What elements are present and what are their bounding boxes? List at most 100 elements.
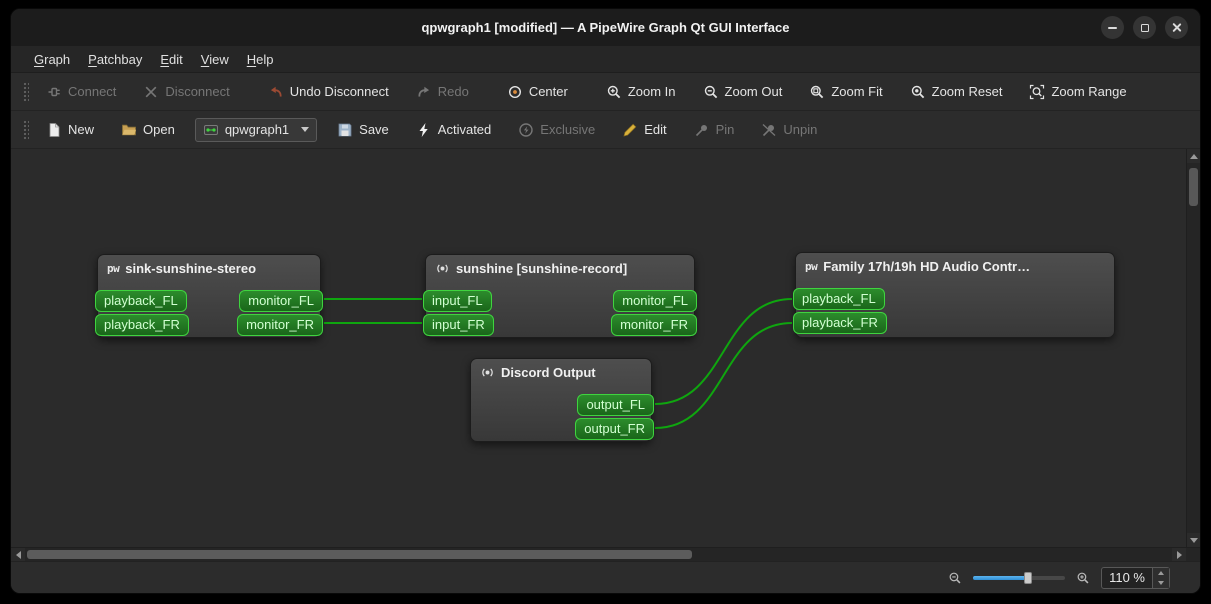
node-sink-sunshine-stereo[interactable]: pw sink-sunshine-stereo playback_FL play… [95,254,323,338]
zoom-range-button[interactable]: Zoom Range [1022,79,1133,105]
center-button[interactable]: Center [500,79,575,105]
unpin-icon [762,123,776,136]
audio-output-port[interactable]: output_FR [575,418,654,440]
node-header: pw Family 17h/19h HD Audio Contr… [796,253,1114,274]
horizontal-scrollbar[interactable] [11,547,1200,562]
zoom-decrement-button[interactable] [1153,577,1169,588]
audio-output-port[interactable]: output_FL [577,394,654,416]
node-title: Family 17h/19h HD Audio Contr… [823,259,1031,274]
menu-graph[interactable]: Graph [25,48,79,71]
zoom-out-icon [704,85,717,98]
horizontal-scrollbar-track[interactable] [25,548,1172,561]
scroll-down-button[interactable] [1187,533,1200,547]
open-folder-icon [122,124,137,135]
node-header: pw sink-sunshine-stereo [98,255,320,276]
zoom-fit-button[interactable]: Zoom Fit [802,79,889,105]
vertical-scrollbar-thumb[interactable] [1189,168,1198,206]
zoom-spin-buttons [1152,567,1169,588]
zoom-slider-handle[interactable] [1023,571,1032,584]
unpin-button[interactable]: Unpin [754,117,824,143]
audio-input-port[interactable]: input_FR [423,314,494,336]
exclusive-toggle[interactable]: Exclusive [511,117,602,143]
disconnect-icon [146,86,157,97]
edit-patchbay-toggle[interactable]: Edit [615,117,673,143]
menu-view[interactable]: View [192,48,238,71]
zoom-increment-button[interactable] [1153,567,1169,578]
pin-button[interactable]: Pin [687,117,742,143]
slider-zoom-out-icon[interactable] [948,571,962,585]
node-discord-output[interactable]: Discord Output output_FL output_FR [470,358,654,442]
close-icon [1171,22,1182,33]
pipewire-icon: pw [107,262,120,275]
vertical-scrollbar[interactable] [1186,149,1200,547]
zoom-in-button[interactable]: Zoom In [599,79,683,105]
audio-input-port[interactable]: input_FL [423,290,492,312]
titlebar[interactable]: qpwgraph1 [modified] — A PipeWire Graph … [11,9,1200,46]
statusbar: 110 % [11,561,1200,593]
close-button[interactable] [1165,16,1188,39]
audio-input-port[interactable]: playback_FL [793,288,885,310]
menu-help[interactable]: Help [238,48,283,71]
scroll-right-button[interactable] [1172,548,1186,562]
connect-icon [48,87,60,96]
maximize-button[interactable] [1133,16,1156,39]
redo-button[interactable]: Redo [409,79,476,105]
zoom-slider-fill [973,575,1026,580]
canvas-row: pw sink-sunshine-stereo playback_FL play… [11,149,1200,547]
audio-connection[interactable] [654,322,793,429]
minimize-button[interactable] [1101,16,1124,39]
zoom-fit-icon [811,85,824,98]
disconnect-button[interactable]: Disconnect [136,79,236,105]
save-patchbay-button[interactable]: Save [330,117,396,143]
zoom-reset-icon [911,85,924,98]
connect-button[interactable]: Connect [39,79,123,105]
window-controls [1101,9,1188,46]
activated-toggle[interactable]: Activated [409,117,498,143]
menu-patchbay[interactable]: Patchbay [79,48,151,71]
vertical-scrollbar-track[interactable] [1187,163,1200,533]
horizontal-scrollbar-thumb[interactable] [27,550,693,559]
audio-output-port[interactable]: monitor_FR [237,314,323,336]
audio-input-port[interactable]: playback_FR [793,312,887,334]
node-sunshine[interactable]: sunshine [sunshine-record] input_FL inpu… [423,254,697,338]
scroll-left-icon [15,551,21,559]
activated-bolt-icon [419,122,428,137]
node-family-hd-audio[interactable]: pw Family 17h/19h HD Audio Contr… playba… [793,252,1115,338]
undo-disconnect-button[interactable]: Undo Disconnect [261,79,396,105]
graph-canvas[interactable]: pw sink-sunshine-stereo playback_FL play… [11,149,1186,547]
audio-app-icon [437,264,448,273]
redo-icon [418,86,429,97]
toolbar-handle[interactable] [23,119,29,140]
scroll-up-button[interactable] [1187,149,1200,163]
audio-output-port[interactable]: monitor_FL [613,290,697,312]
node-header: sunshine [sunshine-record] [426,255,694,276]
audio-input-port[interactable]: playback_FL [95,290,187,312]
save-icon [338,123,352,136]
new-patchbay-button[interactable]: New [39,117,101,143]
chevron-down-icon [301,127,310,132]
zoom-spinbox[interactable]: 110 % [1101,566,1170,589]
node-title: Discord Output [501,365,596,380]
zoom-reset-button[interactable]: Zoom Reset [903,79,1010,105]
minimize-icon [1108,26,1117,29]
spin-up-icon [1158,570,1164,575]
zoom-range-icon [1030,84,1045,99]
audio-output-port[interactable]: monitor_FR [611,314,697,336]
audio-input-port[interactable]: playback_FR [95,314,189,336]
graph-toolbar: Connect Disconnect Undo Disconnect Redo … [11,73,1200,111]
patchbay-select[interactable]: qpwgraph1 [194,117,318,142]
zoom-out-button[interactable]: Zoom Out [696,79,790,105]
scroll-left-button[interactable] [11,548,25,562]
slider-zoom-in-icon[interactable] [1076,571,1090,585]
node-header: Discord Output [471,359,651,380]
edit-pencil-icon [623,123,637,136]
node-title: sunshine [sunshine-record] [456,261,628,276]
audio-output-port[interactable]: monitor_FL [239,290,323,312]
menu-edit[interactable]: Edit [151,48,191,71]
scroll-down-icon [1190,537,1198,543]
pin-icon [695,124,707,136]
toolbar-handle[interactable] [23,81,29,102]
zoom-slider[interactable] [973,570,1066,586]
open-patchbay-button[interactable]: Open [114,117,182,143]
connections-layer [323,298,793,429]
